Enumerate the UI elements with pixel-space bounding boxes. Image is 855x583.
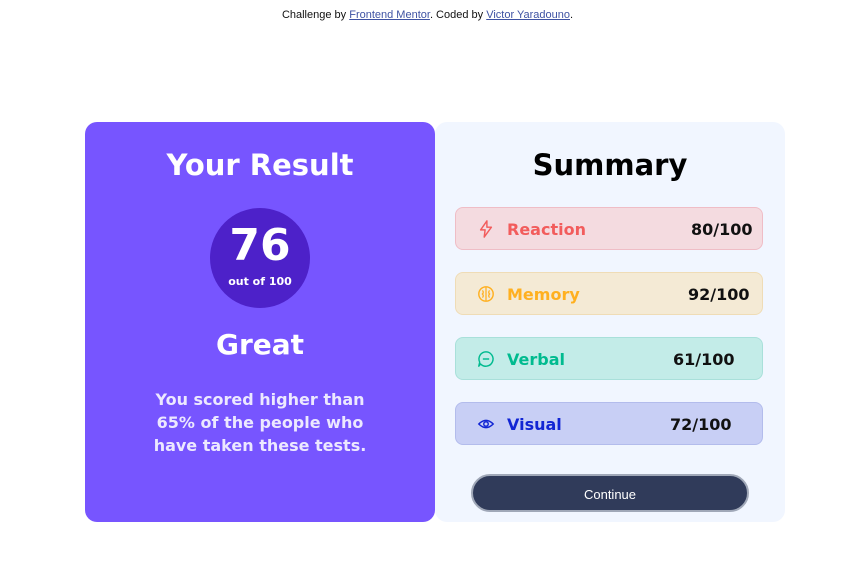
summary-value-reaction: 80/100: [691, 220, 753, 239]
summary-title: Summary: [532, 148, 688, 182]
summary-row-reaction: Reaction 80/100: [455, 207, 763, 250]
summary-label-verbal: Verbal: [507, 350, 565, 369]
lightning-icon: [479, 220, 493, 238]
brain-icon: [478, 286, 494, 302]
summary-panel: Summary Reaction 80/100 Memory 92/100 Ve…: [435, 122, 785, 522]
eye-icon: [477, 419, 495, 429]
attribution: Challenge by Frontend Mentor. Coded by V…: [0, 9, 855, 21]
summary-row-visual: Visual 72/100: [455, 402, 763, 445]
result-panel: Your Result 76 out of 100 Great You scor…: [85, 122, 435, 522]
attribution-middle: . Coded by: [429, 9, 487, 21]
score-circle: 76 out of 100: [210, 208, 310, 308]
summary-label-visual: Visual: [507, 415, 562, 434]
score-value: 76: [229, 220, 291, 271]
summary-row-memory: Memory 92/100: [455, 272, 763, 315]
summary-value-verbal: 61/100: [673, 350, 735, 369]
frontend-mentor-link[interactable]: Frontend Mentor: [349, 9, 430, 21]
summary-value-visual: 72/100: [670, 415, 732, 434]
summary-label-memory: Memory: [507, 285, 580, 304]
summary-label-reaction: Reaction: [507, 220, 586, 239]
summary-row-verbal: Verbal 61/100: [455, 337, 763, 380]
attribution-prefix: Challenge by: [281, 9, 350, 21]
chat-bubble-icon: [478, 351, 494, 367]
continue-button[interactable]: Continue: [471, 474, 749, 512]
author-link[interactable]: Victor Yaradouno: [486, 9, 570, 21]
result-title: Your Result: [166, 148, 354, 182]
result-description: You scored higher than 65% of the people…: [153, 390, 367, 455]
grade-label: Great: [215, 328, 305, 361]
attribution-suffix: .: [570, 9, 574, 21]
score-max-label: out of 100: [228, 275, 292, 288]
summary-value-memory: 92/100: [688, 285, 750, 304]
